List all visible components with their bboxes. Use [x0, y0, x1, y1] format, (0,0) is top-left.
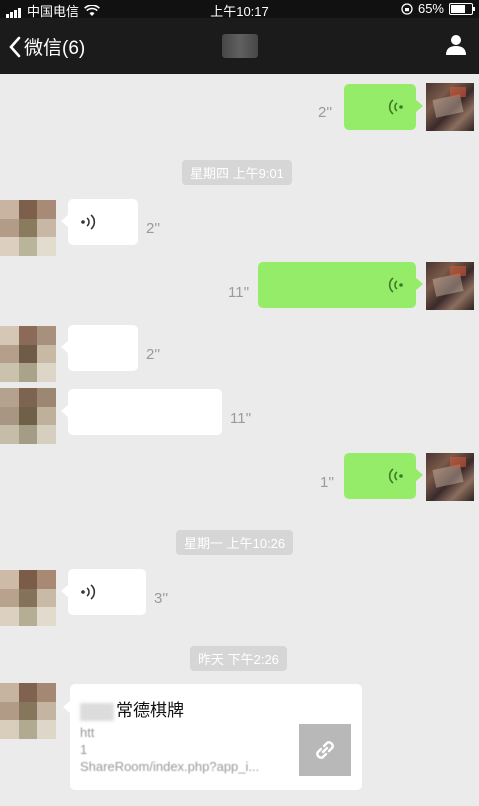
message-timestamp: 昨天 下午2:26	[190, 646, 287, 671]
voice-duration: 11''	[230, 410, 252, 427]
back-label: 微信(6)	[24, 38, 86, 59]
link-desc-line: htt	[80, 725, 95, 740]
link-title-text: 常德棋牌	[116, 701, 184, 720]
link-share-card[interactable]: 常德棋牌 htt 1 ShareRoom/index.php?app_i...	[63, 684, 362, 790]
voice-duration: 3''	[154, 590, 169, 607]
voice-wave-icon	[388, 468, 403, 484]
orientation-lock-icon	[401, 2, 413, 15]
link-title: 常德棋牌	[80, 696, 184, 721]
link-icon	[316, 741, 334, 759]
voice-duration: 2''	[146, 220, 161, 237]
battery-percent: 65%	[417, 1, 444, 16]
contact-avatar[interactable]	[0, 570, 56, 626]
voice-message-incoming[interactable]	[61, 325, 138, 371]
voice-duration: 2''	[318, 104, 333, 121]
contact-avatar[interactable]	[0, 388, 56, 444]
voice-wave-icon	[81, 214, 96, 230]
message-timestamp: 星期四 上午9:01	[182, 160, 292, 185]
my-avatar[interactable]	[426, 262, 474, 310]
message-timestamp: 星期一 上午10:26	[176, 530, 294, 555]
voice-wave-icon	[388, 99, 403, 115]
voice-duration: 2''	[146, 346, 161, 363]
voice-wave-icon	[81, 584, 96, 600]
voice-message-incoming[interactable]	[61, 389, 222, 435]
contact-avatar[interactable]	[0, 200, 56, 256]
link-desc-line: 1	[80, 742, 88, 757]
my-avatar[interactable]	[426, 83, 474, 131]
chevron-left-icon	[9, 36, 21, 57]
link-thumbnail	[299, 724, 351, 776]
voice-message-outgoing[interactable]	[344, 84, 423, 130]
voice-message-outgoing[interactable]	[344, 453, 423, 499]
voice-message-incoming[interactable]	[61, 199, 138, 245]
status-bar: 中国电信 上午10:17 65%	[0, 0, 479, 19]
contact-avatar[interactable]	[0, 683, 56, 739]
voice-message-outgoing[interactable]	[258, 262, 423, 308]
chat-navbar: 微信(6)	[0, 18, 479, 74]
battery-icon	[449, 2, 475, 15]
chat-info-button[interactable]	[445, 33, 467, 60]
blurred-text	[80, 702, 114, 721]
link-desc-line: ShareRoom/index.php?app_i...	[80, 759, 260, 774]
voice-message-incoming[interactable]	[61, 569, 146, 615]
my-avatar[interactable]	[426, 453, 474, 501]
person-icon	[446, 35, 466, 55]
voice-duration: 11''	[228, 284, 250, 301]
contact-avatar[interactable]	[0, 326, 56, 382]
chat-title-blurred	[222, 34, 258, 58]
back-button[interactable]: 微信(6)	[8, 33, 85, 60]
voice-duration: 1''	[320, 474, 335, 491]
voice-wave-icon	[388, 277, 403, 293]
link-description: htt 1 ShareRoom/index.php?app_i...	[80, 724, 285, 775]
